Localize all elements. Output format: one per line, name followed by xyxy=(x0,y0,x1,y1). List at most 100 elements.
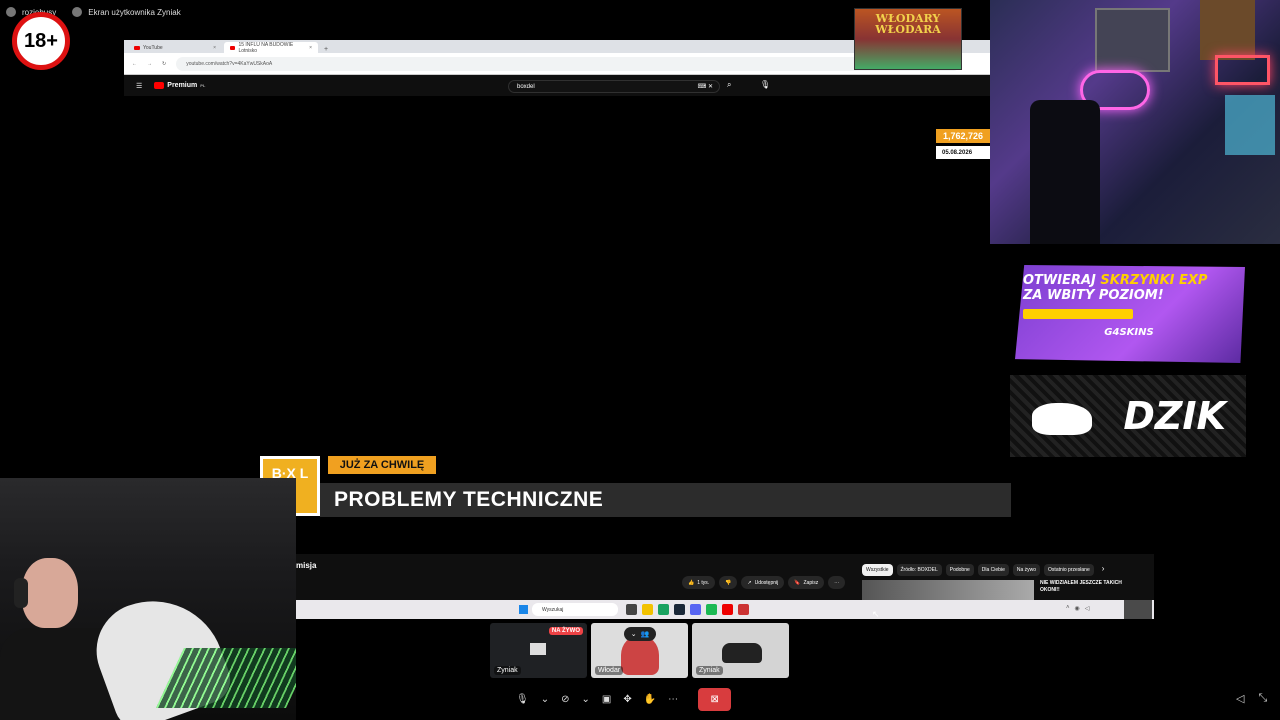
sponsor-banner-g4skins: OTWIERAJ SKRZYNKI EXP ZA WBITY POZIOM! G… xyxy=(1015,265,1245,363)
chevron-up-icon[interactable]: ˄ xyxy=(1066,605,1070,612)
screen-share-icon[interactable]: ▣ xyxy=(602,694,611,705)
promo-progress-bar xyxy=(1023,309,1133,319)
chevron-down-icon[interactable]: ⌄ xyxy=(541,694,549,705)
youtube-search-input[interactable]: boxdel ⌨ ✕ xyxy=(508,80,720,93)
coming-soon-tag: JUŻ ZA CHWILĘ xyxy=(328,456,436,474)
room-webcam xyxy=(990,0,1280,244)
chip-recent[interactable]: Ostatnio przesłane xyxy=(1044,564,1094,576)
video-title-fragment: misja xyxy=(296,561,317,570)
camera-off-icon[interactable]: ⊘ xyxy=(561,694,569,705)
discord-icon[interactable] xyxy=(690,604,701,615)
server-icon xyxy=(6,7,16,17)
youtube-logo[interactable]: Premium PL xyxy=(154,82,205,89)
chip-source[interactable]: Źródło: BOXDEL xyxy=(896,564,942,576)
streamer-webcam xyxy=(0,478,296,720)
close-tab-icon[interactable]: × xyxy=(309,45,312,51)
chrome-icon[interactable] xyxy=(658,604,669,615)
menu-icon[interactable]: ☰ xyxy=(136,82,142,90)
participant-name: Zyniak xyxy=(696,666,723,675)
mouse-cursor-icon: ↖ xyxy=(872,609,880,619)
call-tile-wlodar[interactable]: ⌄ 👥 Włodar xyxy=(591,623,688,678)
dislike-button[interactable]: 👎 xyxy=(719,576,738,589)
dzik-logo-text: DZIK xyxy=(1123,394,1226,438)
volume-icon[interactable]: ◁ xyxy=(1236,692,1244,705)
participant-name: Włodar xyxy=(595,666,624,675)
live-badge: NA ŻYWO xyxy=(548,627,583,635)
technical-problems-banner: PROBLEMY TECHNICZNE xyxy=(320,483,1011,517)
spotify-icon[interactable] xyxy=(706,604,717,615)
bookmark-icon: 🔖 xyxy=(794,579,801,586)
activities-icon[interactable]: ✥ xyxy=(623,694,631,705)
chevron-down-icon[interactable]: ⌄ xyxy=(631,630,637,638)
file-explorer-icon[interactable] xyxy=(642,604,653,615)
youtube-favicon-icon xyxy=(230,45,236,50)
screen-share-title: Ekran użytkownika Zyniak xyxy=(88,7,181,17)
save-button[interactable]: 🔖 Zapisz xyxy=(788,576,825,589)
wall-painting xyxy=(1200,0,1255,60)
url-input[interactable]: youtube.com/watch?v=4KaYwUSkAoA xyxy=(176,56,960,71)
windows-taskbar: Wyszukaj ˄ ◉ ◁ xyxy=(296,600,1154,619)
tab-label: 15 INFLU NA BUDOWIE Lotnisko xyxy=(238,41,294,54)
soundboard-icon[interactable]: ✋ xyxy=(644,694,656,705)
share-label: Udostępnij xyxy=(754,579,779,586)
tile-controls[interactable]: ⌄ 👥 xyxy=(624,627,656,641)
related-video-thumbnail[interactable] xyxy=(862,580,1034,600)
taskbar-search-input[interactable]: Wyszukaj xyxy=(532,603,618,616)
chip-all[interactable]: Wszystkie xyxy=(862,564,893,576)
close-tab-icon[interactable]: × xyxy=(213,45,216,51)
youtube-favicon-icon xyxy=(134,45,140,50)
more-actions-button[interactable]: ⋯ xyxy=(828,576,846,589)
pc-case xyxy=(1225,95,1275,155)
clear-search-icon[interactable]: ⌨ ✕ xyxy=(698,83,713,90)
browser-tab-youtube[interactable]: YouTube × xyxy=(128,42,222,53)
taskbar-apps xyxy=(626,604,749,615)
forward-icon[interactable]: → xyxy=(147,61,152,67)
thumbs-down-icon: 👎 xyxy=(725,579,732,586)
monitor-icon xyxy=(530,643,546,655)
promo-line1: OTWIERAJ SKRZYNKI EXP xyxy=(1023,273,1245,288)
youtube-video-info: misja 👍 1 tys. 👎 ↗ Udostępnij 🔖 Zapisz ⋯ Ws… xyxy=(296,554,1154,600)
microphone-icon[interactable]: 🎙 xyxy=(516,694,529,705)
call-tile-zyniak-stream[interactable]: NA ŻYWO Zyniak xyxy=(490,623,587,678)
call-controls: 🎙 ⌄ ⊘ ⌄ ▣ ✥ ✋ ⋯ ⊠ xyxy=(516,688,732,711)
promo-text: OTWIERAJ xyxy=(1023,273,1101,288)
like-button[interactable]: 👍 1 tys. xyxy=(682,576,716,589)
task-view-icon[interactable] xyxy=(626,604,637,615)
microphone-icon[interactable]: 🎙 xyxy=(760,80,770,89)
volume-icon[interactable]: ◁ xyxy=(1085,605,1090,612)
obs-icon[interactable] xyxy=(722,604,733,615)
call-tile-zyniak[interactable]: Zyniak xyxy=(692,623,789,678)
avatar xyxy=(621,635,659,675)
follower-counter: 1,762,726 xyxy=(936,129,990,143)
more-icon[interactable]: ⋯ xyxy=(668,694,678,705)
age-rating-badge: 18+ xyxy=(12,12,70,70)
search-value: boxdel xyxy=(517,83,535,90)
search-icon[interactable]: ⌕ xyxy=(727,80,731,90)
related-video-title[interactable]: NIE WIDZIAŁEM JESZCZE TAKICH OKONI!! xyxy=(1040,580,1140,594)
like-count: 1 tys. xyxy=(697,579,710,586)
user-icon[interactable]: 👥 xyxy=(641,630,650,638)
sponsor-banner-dzik: DZIK xyxy=(1010,375,1246,457)
save-label: Zapisz xyxy=(803,579,819,586)
fullscreen-exit-icon[interactable]: ⤡ xyxy=(1258,692,1267,705)
leave-call-button[interactable]: ⊠ xyxy=(698,688,732,711)
chip-for-you[interactable]: Dla Ciebie xyxy=(977,564,1009,576)
chip-similar[interactable]: Podobne xyxy=(945,564,974,576)
user-avatar-icon xyxy=(72,7,83,17)
back-icon[interactable]: ← xyxy=(132,61,137,67)
browser-tab-video[interactable]: 15 INFLU NA BUDOWIE Lotnisko × xyxy=(224,41,318,54)
chevron-down-icon[interactable]: ⌄ xyxy=(581,694,589,705)
related-filter-chips: Wszystkie Źródło: BOXDEL Podobne Dla Cie… xyxy=(862,564,1104,576)
new-tab-icon[interactable]: + xyxy=(324,46,328,53)
windows-start-icon[interactable] xyxy=(519,605,528,614)
share-button[interactable]: ↗ Udostępnij xyxy=(741,576,785,589)
chevron-right-icon[interactable]: › xyxy=(1102,564,1105,576)
youtube-region: PL xyxy=(200,83,206,88)
app-icon[interactable] xyxy=(738,604,749,615)
steam-icon[interactable] xyxy=(674,604,685,615)
network-icon[interactable]: ◉ xyxy=(1075,605,1080,612)
boar-icon xyxy=(1032,403,1092,435)
magnifier-icon[interactable] xyxy=(1124,600,1152,619)
reload-icon[interactable]: ↻ xyxy=(162,61,166,67)
chip-live[interactable]: Na żywo xyxy=(1012,564,1041,576)
